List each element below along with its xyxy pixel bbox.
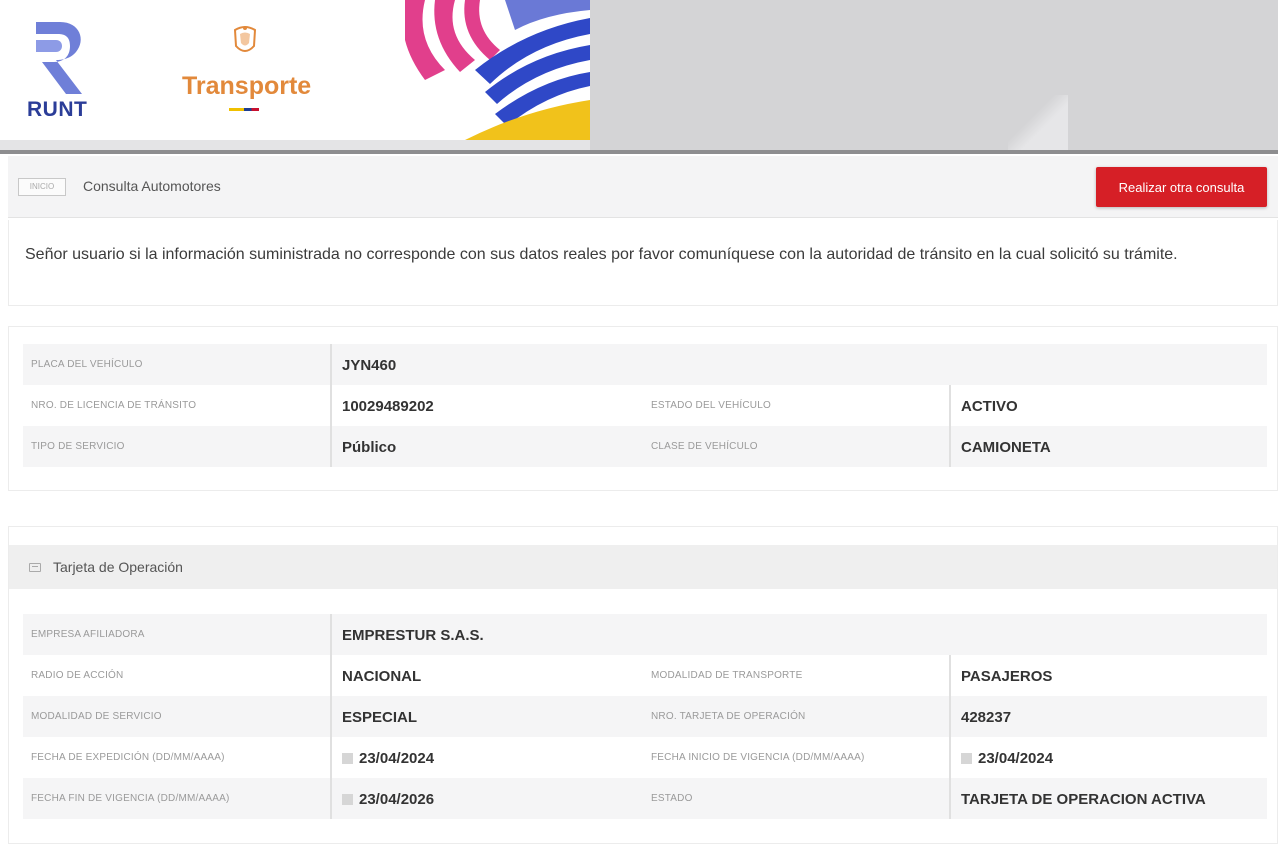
service-mode-label: MODALIDAD DE SERVICIO (31, 711, 162, 722)
calendar-icon (961, 753, 972, 764)
card-number-label: NRO. TARJETA DE OPERACIÓN (651, 711, 806, 722)
transporte-logo-text: Transporte (182, 72, 312, 100)
company-value: EMPRESTUR S.A.S. (330, 614, 630, 655)
issue-date-label: FECHA DE EXPEDICIÓN (DD/MM/AAAA) (31, 752, 225, 763)
radius-label: RADIO DE ACCIÓN (31, 670, 124, 681)
license-label: NRO. DE LICENCIA DE TRÁNSITO (31, 400, 197, 411)
table-row: MODALIDAD DE SERVICIO ESPECIAL NRO. TARJ… (23, 696, 1267, 737)
operation-card-header: Tarjeta de Operación (9, 545, 1277, 589)
plate-value: JYN460 (330, 344, 630, 385)
validity-start-cell: 23/04/2024 (949, 737, 1259, 778)
vehicle-class-label: CLASE DE VEHÍCULO (651, 441, 758, 452)
runt-logo: RUNT (22, 18, 102, 128)
plate-label: PLACA DEL VEHÍCULO (31, 359, 143, 370)
header-banner-area (590, 0, 1278, 150)
table-row: TIPO DE SERVICIO Público CLASE DE VEHÍCU… (23, 426, 1267, 467)
operation-card-section: Tarjeta de Operación EMPRESA AFILIADORA … (8, 526, 1278, 844)
operation-card-title: Tarjeta de Operación (53, 559, 183, 575)
state-label: ESTADO (651, 793, 693, 804)
validity-end-value: 23/04/2026 (359, 791, 435, 808)
operation-card-table: EMPRESA AFILIADORA EMPRESTUR S.A.S. RADI… (23, 614, 1267, 819)
table-row: PLACA DEL VEHÍCULO JYN460 (23, 344, 1267, 385)
validity-start-value: 23/04/2024 (978, 750, 1054, 767)
transporte-logo: Transporte (172, 20, 332, 120)
vehicle-status-label: ESTADO DEL VEHÍCULO (651, 400, 771, 411)
issue-date-value: 23/04/2024 (359, 750, 435, 767)
validity-end-label: FECHA FIN DE VIGENCIA (DD/MM/AAAA) (31, 793, 230, 804)
issue-date-cell: 23/04/2024 (330, 737, 630, 778)
site-header: RUNT Transporte (0, 0, 1278, 154)
home-badge[interactable]: INICIO (18, 178, 66, 196)
banner-decoration (1008, 95, 1068, 150)
new-query-button[interactable]: Realizar otra consulta (1096, 167, 1267, 207)
company-label: EMPRESA AFILIADORA (31, 629, 145, 640)
query-toolbar: INICIO Consulta Automotores Realizar otr… (8, 156, 1278, 218)
state-value: TARJETA DE OPERACION ACTIVA (949, 778, 1259, 819)
vehicle-info-table: PLACA DEL VEHÍCULO JYN460 NRO. DE LICENC… (23, 344, 1267, 467)
radius-value: NACIONAL (330, 655, 630, 696)
transport-mode-label: MODALIDAD DE TRANSPORTE (651, 670, 803, 681)
table-row: RADIO DE ACCIÓN NACIONAL MODALIDAD DE TR… (23, 655, 1267, 696)
header-stripes-graphic (405, 0, 590, 140)
coat-of-arms-icon (233, 26, 257, 52)
card-number-value: 428237 (949, 696, 1259, 737)
calendar-icon (342, 753, 353, 764)
runt-logo-text: RUNT (27, 98, 88, 121)
user-notice: Señor usuario si la información suminist… (8, 220, 1278, 306)
table-row: FECHA FIN DE VIGENCIA (DD/MM/AAAA) 23/04… (23, 778, 1267, 819)
validity-end-cell: 23/04/2026 (330, 778, 630, 819)
calendar-icon (342, 794, 353, 805)
service-mode-value: ESPECIAL (330, 696, 630, 737)
service-type-label: TIPO DE SERVICIO (31, 441, 125, 452)
transport-mode-value: PASAJEROS (949, 655, 1259, 696)
license-value: 10029489202 (330, 385, 630, 426)
colombia-flag-bar (229, 108, 259, 111)
vehicle-class-value: CAMIONETA (949, 426, 1259, 467)
notice-text: Señor usuario si la información suminist… (25, 246, 1178, 263)
card-icon (29, 563, 41, 572)
header-divider (0, 150, 1278, 154)
vehicle-status-value: ACTIVO (949, 385, 1259, 426)
table-row: EMPRESA AFILIADORA EMPRESTUR S.A.S. (23, 614, 1267, 655)
table-row: NRO. DE LICENCIA DE TRÁNSITO 10029489202… (23, 385, 1267, 426)
toolbar-title: Consulta Automotores (83, 178, 221, 194)
validity-start-label: FECHA INICIO DE VIGENCIA (DD/MM/AAAA) (651, 752, 865, 763)
service-type-value: Público (330, 426, 630, 467)
runt-r-icon (36, 22, 82, 94)
table-row: FECHA DE EXPEDICIÓN (DD/MM/AAAA) 23/04/2… (23, 737, 1267, 778)
vehicle-info-card: PLACA DEL VEHÍCULO JYN460 NRO. DE LICENC… (8, 326, 1278, 491)
